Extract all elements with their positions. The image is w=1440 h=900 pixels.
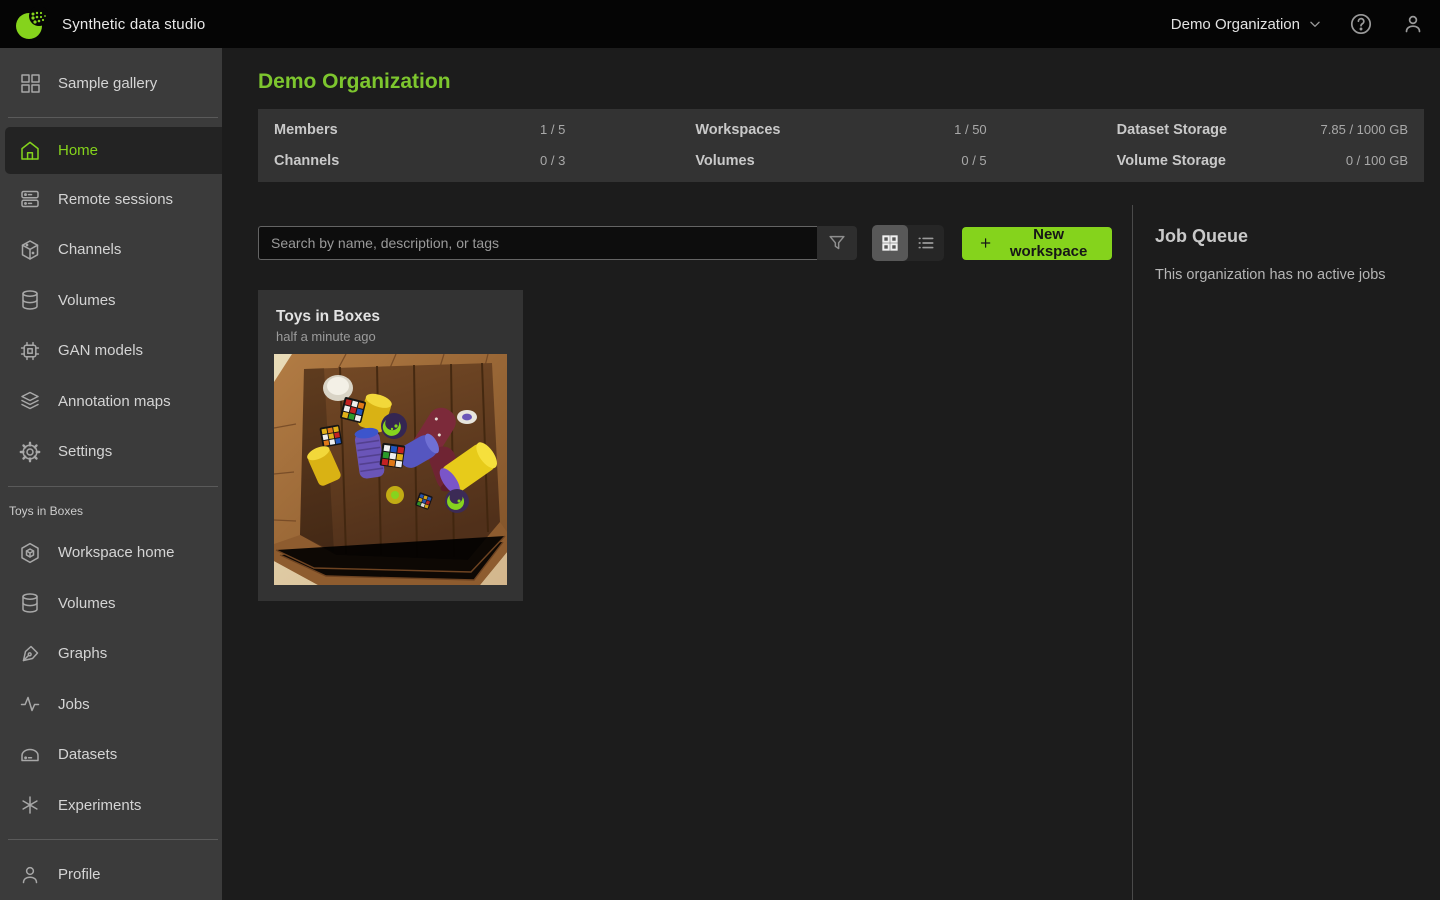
sidebar-item-label: Profile <box>58 866 101 883</box>
sidebar-item-volumes[interactable]: Volumes <box>0 275 222 325</box>
workspace-card-timestamp: half a minute ago <box>276 329 505 344</box>
workspace-card[interactable]: Toys in Boxes half a minute ago <box>258 290 523 601</box>
stat-value: 1 / 5 <box>540 122 565 137</box>
job-queue-panel: Job Queue This organization has no activ… <box>1132 205 1440 900</box>
stat-value: 7.85 / 1000 GB <box>1321 122 1408 137</box>
sidebar-item-label: Graphs <box>58 645 107 662</box>
stat-volume-storage: Volume Storage 0 / 100 GB <box>1117 153 1408 169</box>
sidebar-item-graphs[interactable]: Graphs <box>0 629 222 679</box>
hexagon-cube-icon <box>18 541 42 565</box>
sidebar-item-label: Settings <box>58 443 112 460</box>
stat-workspaces: Workspaces 1 / 50 <box>695 122 986 138</box>
sidebar-item-label: Datasets <box>58 746 117 763</box>
new-workspace-button[interactable]: New workspace <box>962 227 1112 260</box>
sidebar-item-jobs[interactable]: Jobs <box>0 679 222 729</box>
stat-label: Dataset Storage <box>1117 122 1227 138</box>
job-queue-title: Job Queue <box>1155 226 1424 247</box>
stat-value: 1 / 50 <box>954 122 987 137</box>
layers-icon <box>18 389 42 413</box>
sidebar-item-datasets[interactable]: Datasets <box>0 730 222 780</box>
home-icon <box>18 139 42 163</box>
sidebar-divider <box>8 117 218 118</box>
stat-value: 0 / 3 <box>540 153 565 168</box>
sidebar-item-profile[interactable]: Profile <box>0 849 222 899</box>
sidebar-divider <box>8 839 218 840</box>
sidebar-item-experiments[interactable]: Experiments <box>0 780 222 830</box>
sidebar-item-home[interactable]: Home <box>5 127 222 174</box>
grid-view-icon <box>880 233 900 253</box>
list-view-button[interactable] <box>908 225 944 261</box>
stat-label: Workspaces <box>695 122 780 138</box>
stat-members: Members 1 / 5 <box>274 122 565 138</box>
workspace-list-area: New workspace Toys in Boxes half a minut… <box>222 205 1132 900</box>
sidebar-item-label: Volumes <box>58 292 116 309</box>
activity-icon <box>18 692 42 716</box>
workspace-thumbnail-image <box>274 354 507 585</box>
stat-channels: Channels 0 / 3 <box>274 153 565 169</box>
sidebar-item-settings[interactable]: Settings <box>0 426 222 476</box>
job-queue-empty-message: This organization has no active jobs <box>1155 267 1424 283</box>
filter-button[interactable] <box>817 226 857 260</box>
sidebar-item-remote-sessions[interactable]: Remote sessions <box>0 174 222 224</box>
sidebar-item-label: Remote sessions <box>58 191 173 208</box>
stat-volumes: Volumes 0 / 5 <box>695 153 986 169</box>
asterisk-icon <box>18 793 42 817</box>
sidebar-item-label: Jobs <box>58 696 90 713</box>
database-icon <box>18 591 42 615</box>
cube-icon <box>18 238 42 262</box>
sidebar-item-label: Channels <box>58 241 121 258</box>
topbar: Synthetic data studio Demo Organization <box>0 0 1440 48</box>
stat-label: Volume Storage <box>1117 153 1226 169</box>
workspace-card-title: Toys in Boxes <box>276 308 505 326</box>
app-logo-icon <box>14 7 48 41</box>
new-workspace-label: New workspace <box>1002 226 1095 260</box>
sidebar-item-gan-models[interactable]: GAN models <box>0 325 222 375</box>
grid-icon <box>18 71 42 95</box>
chip-icon <box>18 339 42 363</box>
help-icon[interactable] <box>1348 11 1374 37</box>
stat-value: 0 / 100 GB <box>1346 153 1408 168</box>
workspace-section-label: Toys in Boxes <box>0 496 222 528</box>
org-selector-dropdown[interactable]: Demo Organization <box>1171 16 1322 33</box>
sidebar-item-workspace-volumes[interactable]: Volumes <box>0 578 222 628</box>
sidebar: Sample gallery Home Remote sessions <box>0 48 222 900</box>
plus-icon <box>979 235 992 251</box>
org-selector-label: Demo Organization <box>1171 16 1300 33</box>
gear-icon <box>18 440 42 464</box>
search-input[interactable] <box>258 226 817 260</box>
sidebar-item-workspace-home[interactable]: Workspace home <box>0 528 222 578</box>
chevron-down-icon <box>1308 17 1322 31</box>
database-icon <box>18 288 42 312</box>
drive-icon <box>18 743 42 767</box>
stat-label: Channels <box>274 153 339 169</box>
stat-label: Volumes <box>695 153 754 169</box>
stat-value: 0 / 5 <box>961 153 986 168</box>
main-content: Demo Organization Members 1 / 5 Workspac… <box>222 48 1440 900</box>
sidebar-item-label: Home <box>58 142 98 159</box>
sidebar-divider <box>8 486 218 487</box>
sidebar-item-label: GAN models <box>58 342 143 359</box>
org-stats-panel: Members 1 / 5 Workspaces 1 / 50 Dataset … <box>258 109 1424 182</box>
pen-tool-icon <box>18 642 42 666</box>
sidebar-item-label: Sample gallery <box>58 75 157 92</box>
person-icon <box>18 863 42 887</box>
sidebar-item-sample-gallery[interactable]: Sample gallery <box>0 58 222 108</box>
list-view-icon <box>916 233 936 253</box>
sidebar-item-label: Annotation maps <box>58 393 171 410</box>
sidebar-item-label: Workspace home <box>58 544 174 561</box>
stat-dataset-storage: Dataset Storage 7.85 / 1000 GB <box>1117 122 1408 138</box>
view-toggle-group <box>872 225 944 261</box>
sidebar-item-annotation-maps[interactable]: Annotation maps <box>0 376 222 426</box>
funnel-icon <box>826 232 848 254</box>
sidebar-item-label: Experiments <box>58 797 141 814</box>
workspace-toolbar: New workspace <box>258 225 1112 261</box>
page-title: Demo Organization <box>258 70 1424 94</box>
stat-label: Members <box>274 122 338 138</box>
grid-view-button[interactable] <box>872 225 908 261</box>
app-title: Synthetic data studio <box>62 16 205 33</box>
server-icon <box>18 187 42 211</box>
user-account-icon[interactable] <box>1400 11 1426 37</box>
sidebar-item-label: Volumes <box>58 595 116 612</box>
sidebar-item-channels[interactable]: Channels <box>0 224 222 274</box>
